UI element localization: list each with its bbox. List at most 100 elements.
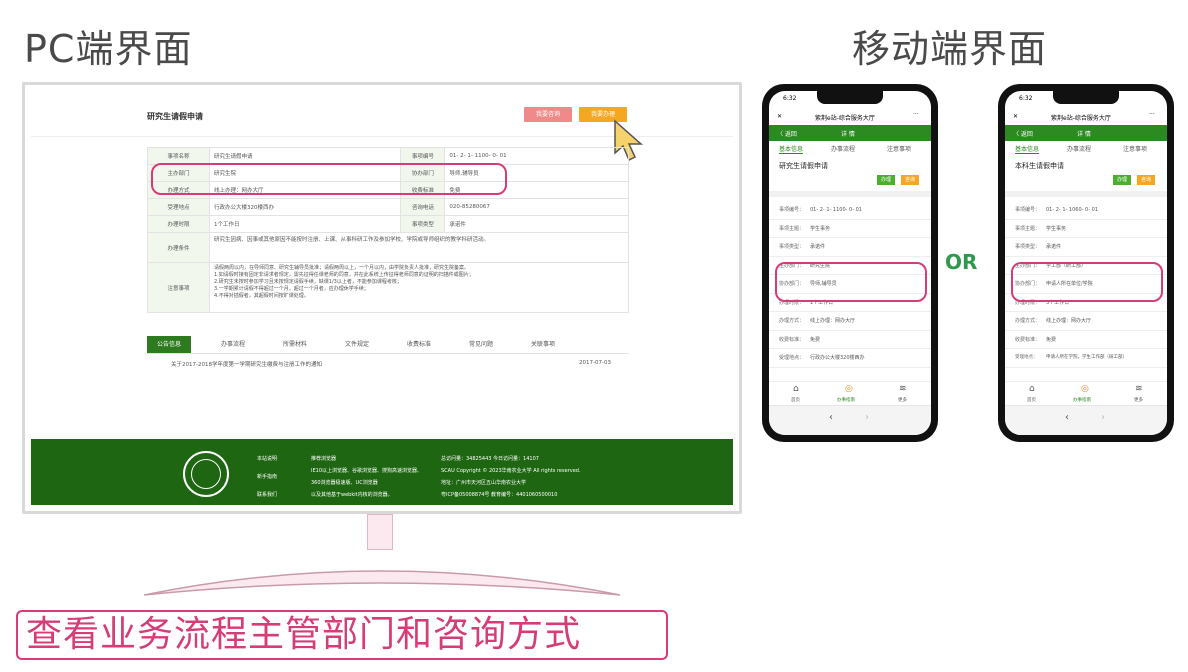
back-button[interactable]: 〈 返回 — [777, 129, 797, 138]
divider — [769, 191, 931, 197]
footer-text: IE10以上浏览器、谷歌浏览器、搜狗高速浏览器、 — [311, 468, 422, 474]
table-row: 办理条件 研究生因病、因事或其他原因不能按时注册、上课、从事科研工作及参加学校、… — [147, 232, 629, 263]
back-arrow-icon[interactable]: ‹ — [829, 412, 833, 423]
notes-line: 3.一学期累计请假不得超过一个月，超过一个月者，应办理休学手续； — [214, 286, 369, 292]
tab-announcement[interactable]: 公告信息 — [147, 336, 191, 353]
nav-more[interactable]: 更多 — [1134, 397, 1143, 403]
item-title: 研究生请假申请 — [779, 162, 828, 170]
phone-mockup-2: 6:32 ✕ 紫荆e站-综合服务大厅 ··· 〈 返回 详 情 基本信息 办事流… — [998, 84, 1174, 442]
close-icon[interactable]: ✕ — [777, 113, 782, 120]
tab-documents[interactable]: 文件规定 — [335, 336, 379, 353]
layers-icon[interactable]: ≋ — [899, 384, 907, 394]
tab-notes[interactable]: 注意事项 — [887, 144, 911, 153]
footer-text: 以及其他基于webkit内核的浏览器。 — [311, 492, 393, 498]
tab-basic-info[interactable]: 基本信息 — [1015, 144, 1040, 154]
row-label: 咨询电话 — [400, 198, 446, 216]
tab-process[interactable]: 办事流程 — [211, 336, 255, 353]
consult-button[interactable]: 咨询 — [901, 175, 919, 185]
list-item: 办理方式： 线上办理：网办大厅 — [1005, 312, 1167, 331]
row-label: 办理条件 — [147, 232, 210, 263]
footer-text: 总访问量：34825443 今日访问量：14107 — [441, 456, 539, 462]
nav-home[interactable]: 首页 — [791, 397, 800, 403]
browser-nav: ‹ › — [1005, 405, 1167, 435]
footer-text: 粤ICP备05008874号 教育编号：4401060500010 — [441, 492, 558, 498]
bottom-tabbar: ⌂ 首页 ◎ 办事指南 ≋ 更多 — [1005, 381, 1167, 405]
notes-line: 4.不得对插假者，其超假时间按旷课处理。 — [214, 293, 309, 299]
row-label: 事项编号 — [400, 147, 446, 165]
or-label: OR — [945, 250, 978, 274]
pc-monitor: 研究生请假申请 我要咨询 我要办理 事项名称 研究生请假申请 事项编号 01- … — [22, 82, 742, 514]
phone-screen: 6:32 ✕ 紫荆e站-综合服务大厅 ··· 〈 返回 详 情 基本信息 办事流… — [1005, 91, 1167, 435]
layers-icon[interactable]: ≋ — [1135, 384, 1143, 394]
apply-button[interactable]: 办理 — [1113, 175, 1131, 185]
list-item: 事项编号： 01- 2- 1- 1060- 0- 01 — [1005, 201, 1167, 220]
nav-more[interactable]: 更多 — [898, 397, 907, 403]
tab-faq[interactable]: 常见问题 — [459, 336, 503, 353]
page-title: 研究生请假申请 — [147, 112, 203, 121]
status-time: 6:32 — [783, 95, 797, 102]
forward-arrow-icon[interactable]: › — [1101, 412, 1105, 423]
footer-text: 地址：广州市天河区五山华南农业大学 — [441, 480, 527, 486]
list-item: 事项类型： 承诺件 — [769, 238, 931, 257]
nav-bar: 〈 返回 详 情 — [1005, 125, 1167, 141]
table-row: 受理地点 行政办公大楼320楼西办 咨询电话 020-85280067 — [147, 198, 629, 216]
pc-screen: 研究生请假申请 我要咨询 我要办理 事项名称 研究生请假申请 事项编号 01- … — [31, 91, 733, 505]
more-icon[interactable]: ··· — [913, 111, 919, 118]
list-item: 受理地点： 行政办公大楼320楼西办 — [769, 349, 931, 368]
row-label: 注意事项 — [147, 262, 210, 313]
home-icon[interactable]: ⌂ — [793, 384, 799, 394]
row-value: 研究生请假申请 — [208, 147, 402, 165]
row-label: 事项名称 — [147, 147, 210, 165]
tab-basic-info[interactable]: 基本信息 — [779, 144, 804, 154]
table-row: 注意事项 请假两周以内，在导师同意、研究生辅导员批准；请假两周以上，一个月以内，… — [147, 262, 629, 313]
tab-materials[interactable]: 所需材料 — [273, 336, 317, 353]
back-arrow-icon[interactable]: ‹ — [1065, 412, 1069, 423]
back-button[interactable]: 〈 返回 — [1013, 129, 1033, 138]
consult-button[interactable]: 咨询 — [1137, 175, 1155, 185]
close-icon[interactable]: ✕ — [1013, 113, 1018, 120]
tab-notes[interactable]: 注意事项 — [1123, 144, 1147, 153]
highlight-department-box — [775, 262, 927, 302]
footer-link[interactable]: 新手指南 — [257, 473, 277, 480]
phone-mockup-1: 6:32 ✕ 紫荆e站-综合服务大厅 ··· 〈 返回 详 情 基本信息 办事流… — [762, 84, 938, 442]
nav-guide[interactable]: 办事指南 — [837, 397, 855, 403]
table-row: 事项名称 研究生请假申请 事项编号 01- 2- 1- 1100- 0- 01 — [147, 147, 629, 165]
footer-link[interactable]: 本站说明 — [257, 455, 277, 462]
tab-process[interactable]: 办事流程 — [1067, 144, 1091, 153]
consult-button[interactable]: 我要咨询 — [524, 107, 572, 122]
list-item: 事项主题： 学生事务 — [1005, 220, 1167, 238]
highlight-department-box — [151, 163, 507, 195]
monitor-stand-base — [143, 570, 621, 596]
nav-title: 详 情 — [841, 131, 855, 138]
app-title: 紫荆e站-综合服务大厅 — [815, 115, 875, 122]
nav-home[interactable]: 首页 — [1027, 397, 1036, 403]
notice-link[interactable]: 关于2017-2018学年度第一学期研究生缴费与注册工作的通知 — [171, 360, 322, 368]
notes-line: 1.如请假时接有固定非请求者规定，需先征得任课老师的同意，并在此系统上传征得老师… — [214, 272, 474, 278]
guide-icon[interactable]: ◎ — [845, 384, 853, 394]
tab-fees[interactable]: 收费标准 — [397, 336, 441, 353]
home-icon[interactable]: ⌂ — [1029, 384, 1035, 394]
tab-related[interactable]: 关联事项 — [521, 336, 565, 353]
browser-nav: ‹ › — [769, 405, 931, 435]
status-time: 6:32 — [1019, 95, 1033, 102]
phone-notch — [1053, 91, 1119, 104]
row-value: 行政办公大楼320楼西办 — [208, 198, 402, 216]
footer-text: 推荐浏览器 — [311, 456, 337, 462]
footer-text: SCAU Copyright © 2023华南农业大学 All rights r… — [441, 468, 581, 474]
row-label: 事项类型 — [400, 215, 446, 233]
apply-button[interactable]: 办理 — [877, 175, 895, 185]
notes-line: 请假两周以内，在导师同意、研究生辅导员批准；请假两周以上，一个月以内，由学院负责… — [214, 265, 470, 271]
more-icon[interactable]: ··· — [1149, 111, 1155, 118]
app-bar: ✕ 紫荆e站-综合服务大厅 ··· — [1005, 109, 1167, 125]
forward-arrow-icon[interactable]: › — [865, 412, 869, 423]
tab-process[interactable]: 办事流程 — [831, 144, 855, 153]
nav-guide[interactable]: 办事指南 — [1073, 397, 1091, 403]
row-label: 受理地点 — [147, 198, 210, 216]
footer-link[interactable]: 联系我们 — [257, 491, 277, 498]
row-value: 承诺件 — [444, 215, 629, 233]
divider — [1005, 191, 1167, 197]
pc-heading: PC端界面 — [24, 27, 193, 71]
item-title: 本科生请假申请 — [1015, 162, 1064, 170]
guide-icon[interactable]: ◎ — [1081, 384, 1089, 394]
nav-bar: 〈 返回 详 情 — [769, 125, 931, 141]
